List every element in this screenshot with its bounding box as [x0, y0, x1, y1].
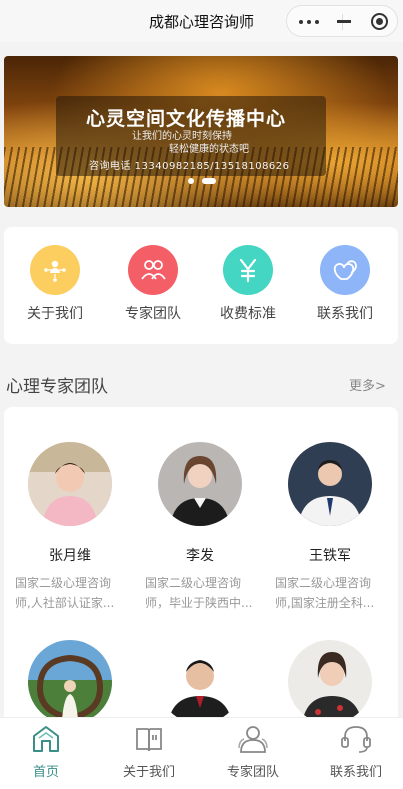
- expert-name: 张月维: [49, 548, 91, 564]
- bottom-tab-bar: 首页 关于我们 专家团队 联系我们: [0, 717, 403, 789]
- avatar: [288, 640, 372, 724]
- tab-about-us[interactable]: 关于我们: [99, 718, 199, 789]
- avatar: [28, 442, 112, 526]
- users-icon: [238, 726, 268, 753]
- nav-about-us[interactable]: 关于我们: [9, 227, 101, 344]
- section-title: 心理专家团队: [6, 377, 108, 397]
- minimize-icon[interactable]: [337, 20, 351, 23]
- nav-contact-us[interactable]: 联系我们: [299, 227, 391, 344]
- expert-card[interactable]: 张月维 国家二级心理咨询 师,人社部认证家...: [5, 407, 135, 627]
- banner-subline-2: 轻松健康的状态吧: [169, 144, 249, 155]
- hearts-icon: [333, 260, 357, 280]
- tab-label: 首页: [32, 765, 59, 780]
- nav-pricing[interactable]: 收费标准: [202, 227, 294, 344]
- avatar: [288, 442, 372, 526]
- tab-expert-team[interactable]: 专家团队: [203, 718, 303, 789]
- nav-label: 专家团队: [125, 306, 181, 322]
- more-link[interactable]: 更多>: [349, 375, 386, 394]
- nav-icon-circle: [30, 245, 80, 295]
- headset-icon: [341, 726, 371, 753]
- tab-label: 专家团队: [226, 765, 279, 780]
- nav-label: 关于我们: [27, 306, 83, 322]
- expert-name: 王铁军: [309, 548, 351, 564]
- title-bar: 成都心理咨询师: [0, 0, 403, 42]
- carousel-indicator-2-active[interactable]: [202, 178, 216, 184]
- tab-home[interactable]: 首页: [0, 718, 96, 789]
- nav-icon-circle: [320, 245, 370, 295]
- experts-card: 张月维 国家二级心理咨询 师,人社部认证家... 李发 国家二级心理咨询 师，毕业于…: [4, 407, 398, 737]
- more-options-icon[interactable]: [299, 20, 323, 24]
- expert-card[interactable]: 王铁军 国家二级心理咨询 师,国家注册全科...: [265, 407, 395, 627]
- quick-nav-card: 关于我们 专家团队 收费标准 联系我们: [4, 227, 398, 344]
- nav-icon-circle: [223, 245, 273, 295]
- home-icon: [33, 726, 59, 752]
- avatar: [158, 640, 242, 724]
- carousel-indicator-1[interactable]: [188, 178, 194, 184]
- book-icon: [136, 728, 162, 752]
- close-target-icon[interactable]: [371, 13, 388, 30]
- avatar: [158, 442, 242, 526]
- nav-label: 收费标准: [220, 306, 276, 322]
- team-icon: [141, 260, 166, 280]
- expert-name: 李发: [186, 548, 214, 564]
- avatar: [28, 640, 112, 724]
- tab-contact-us[interactable]: 联系我们: [306, 718, 403, 789]
- nav-expert-team[interactable]: 专家团队: [107, 227, 199, 344]
- tab-label: 联系我们: [329, 765, 382, 780]
- tab-label: 关于我们: [122, 765, 175, 780]
- banner-carousel[interactable]: 心灵空间文化传播中心 让我们的心灵时刻保持 轻松健康的状态吧 咨询电话 1334…: [4, 56, 398, 207]
- yen-icon: [239, 258, 257, 283]
- nav-icon-circle: [128, 245, 178, 295]
- nav-label: 联系我们: [317, 306, 373, 322]
- mini-program-capsule: [286, 5, 398, 37]
- banner-phone: 咨询电话 13340982185/13518108626: [89, 161, 290, 172]
- people-network-icon: [44, 260, 66, 282]
- expert-card[interactable]: 李发 国家二级心理咨询 师，毕业于陕西中...: [135, 407, 265, 627]
